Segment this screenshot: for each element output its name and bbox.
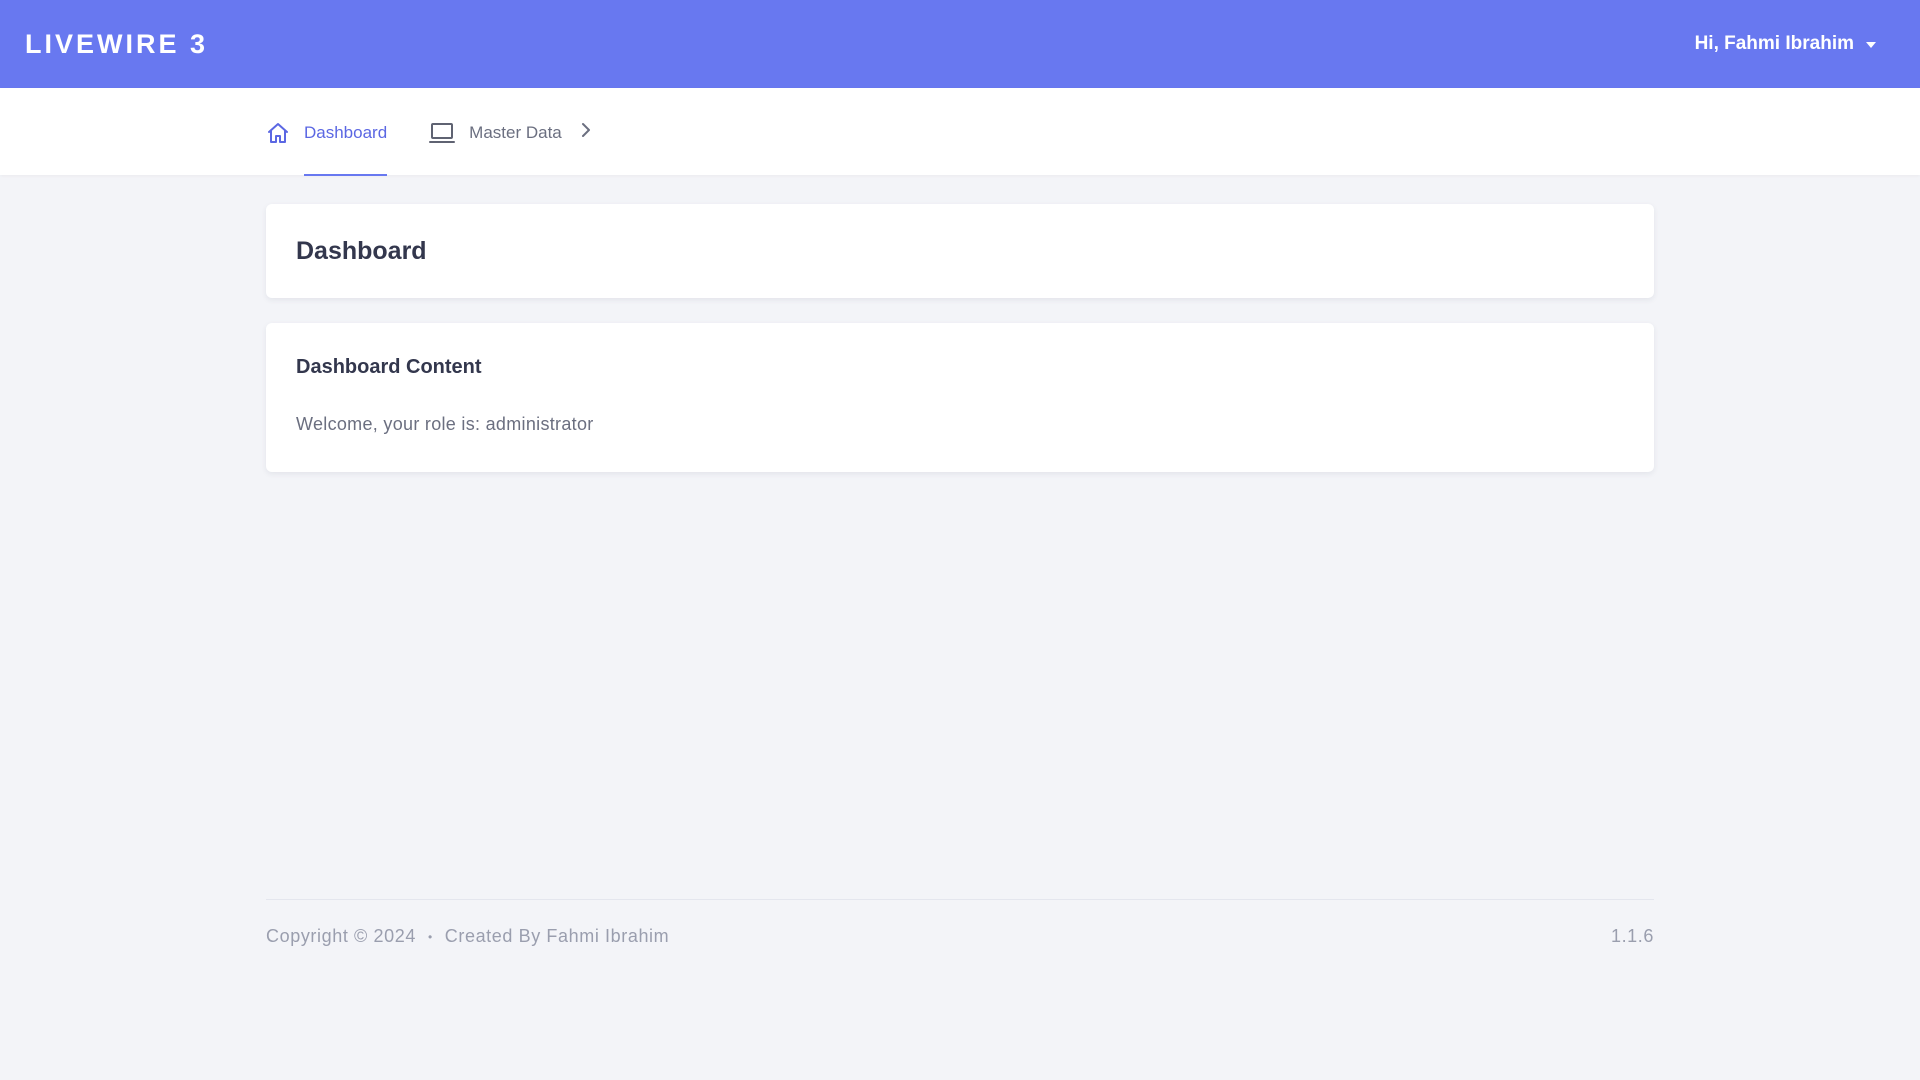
version-text: 1.1.6 xyxy=(1610,926,1654,946)
caret-down-icon xyxy=(1866,42,1876,48)
main-navbar: Dashboard Master Data xyxy=(0,88,1920,176)
footer-left: Copyright © 2024 • Created By Fahmi Ibra… xyxy=(266,926,669,947)
welcome-text: Welcome, your role is: administrator xyxy=(296,414,594,434)
brand-logo[interactable]: LIVEWIRE 3 xyxy=(25,29,208,60)
nav-item-master-data[interactable]: Master Data xyxy=(429,88,592,175)
nav-label-dashboard: Dashboard xyxy=(304,89,388,176)
copyright-text: Copyright © 2024 xyxy=(266,926,416,946)
top-header: LIVEWIRE 3 Hi, Fahmi Ibrahim xyxy=(0,0,1920,88)
nav-item-dashboard[interactable]: Dashboard xyxy=(266,88,388,176)
user-menu-dropdown[interactable]: Hi, Fahmi Ibrahim xyxy=(1695,33,1876,55)
page-title: Dashboard xyxy=(296,236,427,265)
footer-separator: • xyxy=(427,929,433,944)
user-greeting: Hi, Fahmi Ibrahim xyxy=(1694,33,1854,54)
footer: Copyright © 2024 • Created By Fahmi Ibra… xyxy=(266,899,1654,947)
laptop-icon xyxy=(429,121,456,145)
home-icon xyxy=(266,121,290,145)
nav-label-master-data: Master Data xyxy=(469,122,562,142)
chevron-right-icon xyxy=(580,122,592,143)
dashboard-content-card: Dashboard Content Welcome, your role is:… xyxy=(266,323,1654,472)
created-by-text: Created By Fahmi Ibrahim xyxy=(444,926,670,946)
page-title-card: Dashboard xyxy=(266,204,1654,298)
content-title: Dashboard Content xyxy=(296,356,482,378)
nav-menu: Dashboard Master Data xyxy=(266,88,592,176)
